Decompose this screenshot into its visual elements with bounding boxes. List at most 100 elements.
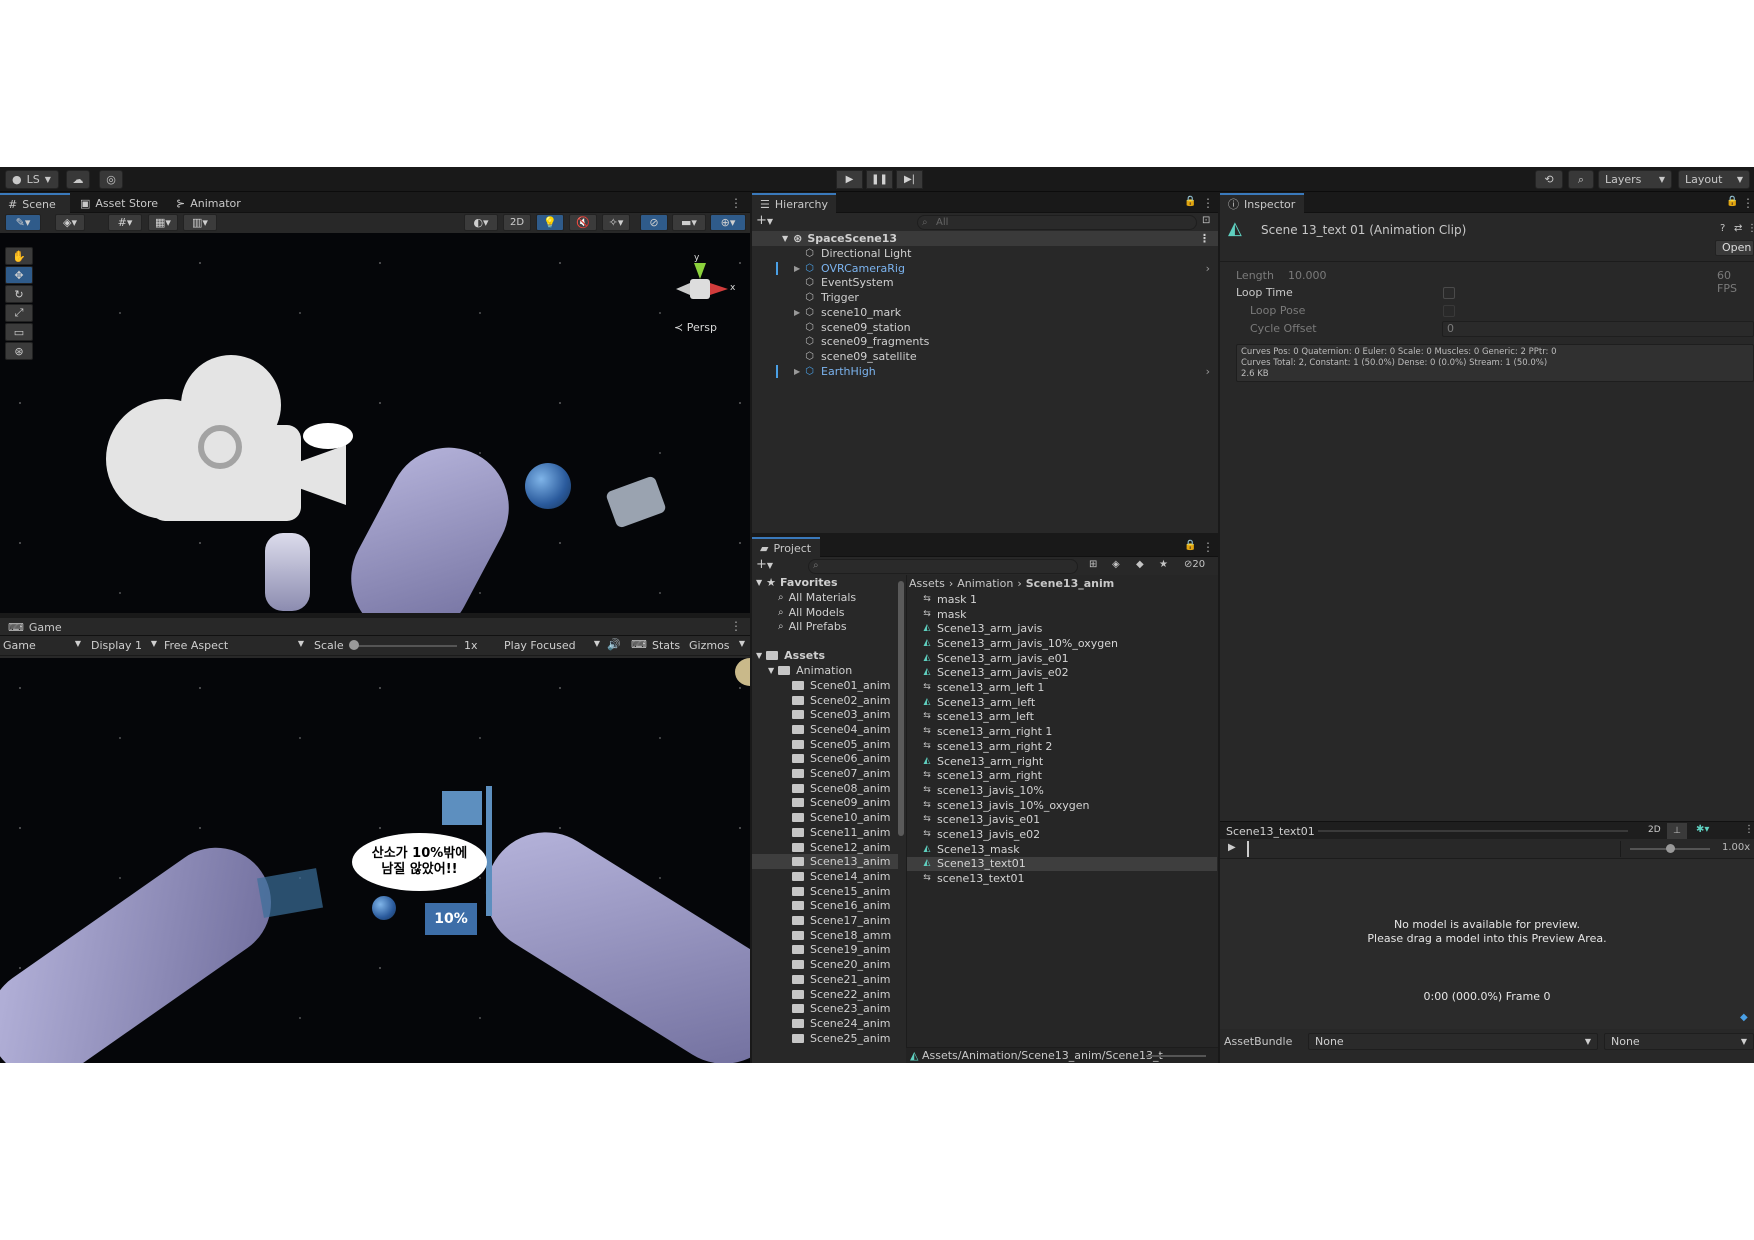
asset-item[interactable]: ⇆ scene13_arm_right — [907, 768, 1217, 783]
breadcrumb-assets[interactable]: Assets — [909, 577, 945, 590]
audio-toggle[interactable]: 🔇 — [569, 214, 597, 231]
animation-subfolder[interactable]: Scene13_anim — [752, 854, 898, 870]
asset-item[interactable]: ⇆ scene13_javis_10% — [907, 783, 1217, 798]
favorites-item[interactable]: ⌕ All Prefabs — [778, 619, 847, 634]
icon-size-slider[interactable] — [1146, 1055, 1206, 1057]
hierarchy-item[interactable]: ▶ ⬡ EarthHigh › — [752, 364, 1218, 379]
favorites-item[interactable]: ⌕ All Models — [778, 605, 845, 620]
lighting-toggle[interactable]: 💡 — [536, 214, 564, 231]
animation-subfolder[interactable]: Scene01_anim — [752, 678, 898, 693]
collab-button[interactable]: ◎ — [99, 170, 123, 189]
scene-camera-dropdown[interactable]: ▬▾ — [672, 214, 706, 231]
tab-project[interactable]: ▰ Project — [752, 537, 820, 557]
panel-splitter[interactable] — [1218, 193, 1220, 1063]
assetbundle-dropdown[interactable]: None ▼ — [1308, 1033, 1598, 1050]
lock-icon[interactable]: 🔒 — [1184, 540, 1196, 551]
more-options-icon[interactable]: ⋮ — [1199, 232, 1210, 245]
avatar-dropdown-icon[interactable]: ✱▾ — [1696, 824, 1709, 835]
display-dropdown[interactable]: Display 1 ▼ — [91, 639, 157, 652]
keyboard-icon[interactable]: ⌨ — [631, 638, 647, 651]
animation-subfolder[interactable]: Scene04_anim — [752, 722, 898, 737]
step-button[interactable]: ▶| — [896, 170, 923, 189]
open-prefab-arrow-icon[interactable]: › — [1206, 262, 1210, 275]
hierarchy-item[interactable]: ⬡ scene09_station — [752, 320, 1218, 335]
expand-arrow-icon[interactable]: ▶ — [794, 367, 804, 376]
undo-history-button[interactable]: ⟲ — [1535, 170, 1563, 189]
move-tool[interactable]: ✥ — [5, 266, 33, 284]
animation-subfolder[interactable]: Scene23_anim — [752, 1001, 898, 1016]
tag-icon[interactable]: ◆ — [1740, 1012, 1748, 1023]
search-by-label-icon[interactable]: ◈ — [1112, 559, 1120, 570]
animation-subfolder[interactable]: Scene03_anim — [752, 707, 898, 722]
assetbundle-variant-dropdown[interactable]: None ▼ — [1604, 1033, 1754, 1050]
tab-game[interactable]: ⌨ Game — [0, 618, 70, 636]
asset-item[interactable]: ⇆ mask 1 — [907, 592, 1217, 607]
label-tag-icon[interactable]: ◆ — [1136, 559, 1144, 570]
layers-dropdown[interactable]: Layers ▼ — [1598, 170, 1672, 189]
panel-splitter[interactable] — [750, 193, 752, 1063]
rect-tool[interactable]: ▭ — [5, 323, 33, 341]
hierarchy-item[interactable]: ▶ ⬡ OVRCameraRig › — [752, 261, 1218, 276]
tab-asset-store[interactable]: ▣ Asset Store — [72, 193, 166, 213]
asset-item[interactable]: ⇆ scene13_javis_e02 — [907, 827, 1217, 842]
scene-viewport[interactable]: ✋ ✥ ↻ ⤢ ▭ ⊛ y x ≺ Persp — [0, 233, 750, 613]
scale-tool[interactable]: ⤢ — [5, 304, 33, 322]
gizmos-dropdown[interactable]: Gizmos ▼ — [689, 639, 745, 652]
hierarchy-scene-row[interactable]: ▼ ⊛ SpaceScene13 ⋮ — [752, 231, 1218, 246]
2d-toggle[interactable]: 2D — [503, 214, 531, 231]
animation-subfolder[interactable]: Scene25_anim — [752, 1031, 898, 1046]
hierarchy-item[interactable]: ⬡ scene09_satellite — [752, 349, 1218, 364]
gizmo-center-cube-icon[interactable] — [690, 279, 710, 299]
assets-header[interactable]: ▼ Assets — [756, 648, 825, 663]
asset-item[interactable]: ⇆ scene13_javis_e01 — [907, 813, 1217, 828]
account-dropdown[interactable]: ● LS ▼ — [5, 170, 59, 189]
asset-item[interactable]: ◭ Scene13_arm_javis_10%_oxygen — [907, 636, 1217, 651]
animation-subfolder[interactable]: Scene21_anim — [752, 972, 898, 987]
animation-subfolder[interactable]: Scene06_anim — [752, 752, 898, 767]
favorites-item[interactable]: ⌕ All Materials — [778, 590, 856, 605]
loop-pose-checkbox[interactable] — [1443, 305, 1455, 317]
scale-slider-thumb[interactable] — [349, 640, 359, 650]
more-options-icon[interactable]: ⋮ — [1744, 824, 1754, 835]
preview-splitter[interactable] — [1318, 830, 1628, 832]
animation-subfolder[interactable]: Scene24_anim — [752, 1016, 898, 1031]
preview-play-icon[interactable]: ▶ — [1228, 842, 1236, 853]
asset-item[interactable]: ⇆ scene13_arm_left — [907, 710, 1217, 725]
neg-x-axis-icon[interactable] — [676, 283, 690, 295]
hidden-objects-toggle[interactable]: ⊘ — [640, 214, 668, 231]
asset-item[interactable]: ◭ Scene13_mask — [907, 842, 1217, 857]
cloud-button[interactable]: ☁ — [66, 170, 90, 189]
timeline-playhead[interactable] — [1247, 841, 1249, 857]
more-options-icon[interactable]: ⋮ — [1202, 540, 1214, 554]
hierarchy-item[interactable]: ⬡ Trigger — [752, 290, 1218, 305]
hierarchy-item[interactable]: ▶ ⬡ scene10_mark — [752, 305, 1218, 320]
animation-subfolder[interactable]: Scene07_anim — [752, 766, 898, 781]
animation-subfolder[interactable]: Scene15_anim — [752, 884, 898, 899]
hand-tool[interactable]: ✋ — [5, 247, 33, 265]
shading-mode-dropdown[interactable]: ◐▾ — [464, 214, 498, 231]
increment-snap-button[interactable]: ▦▾ — [148, 214, 178, 231]
animation-subfolder[interactable]: Scene10_anim — [752, 810, 898, 825]
preset-icon[interactable]: ⇄ — [1734, 223, 1742, 234]
breadcrumb-current[interactable]: Scene13_anim — [1026, 577, 1115, 590]
panel-splitter[interactable] — [0, 613, 750, 618]
animation-subfolder[interactable]: Scene09_anim — [752, 796, 898, 811]
animation-subfolder[interactable]: Scene12_anim — [752, 840, 898, 855]
open-prefab-arrow-icon[interactable]: › — [1206, 365, 1210, 378]
scale-slider-track[interactable] — [352, 645, 457, 647]
animation-folder[interactable]: ▼ Animation — [768, 663, 852, 678]
asset-item[interactable]: ⇆ mask — [907, 607, 1217, 622]
play-mode-dropdown[interactable]: Play Focused ▼ — [504, 639, 600, 652]
grid-snap-button[interactable]: #▾ — [108, 214, 142, 231]
search-by-type-icon[interactable]: ⊞ — [1089, 559, 1097, 570]
project-search-input[interactable]: ⌕ — [808, 559, 1078, 574]
lock-icon[interactable]: 🔒 — [1184, 196, 1196, 207]
tab-scene[interactable]: # Scene — [0, 193, 70, 213]
asset-item[interactable]: ◭ Scene13_arm_right — [907, 754, 1217, 769]
pause-button[interactable]: ❚❚ — [866, 170, 893, 189]
asset-item[interactable]: ◭ Scene13_arm_left — [907, 695, 1217, 710]
tab-inspector[interactable]: ⓘ Inspector — [1220, 193, 1304, 213]
y-axis-cone-icon[interactable] — [694, 263, 706, 279]
animation-subfolder[interactable]: Scene20_anim — [752, 957, 898, 972]
breadcrumb-animation[interactable]: Animation — [957, 577, 1013, 590]
